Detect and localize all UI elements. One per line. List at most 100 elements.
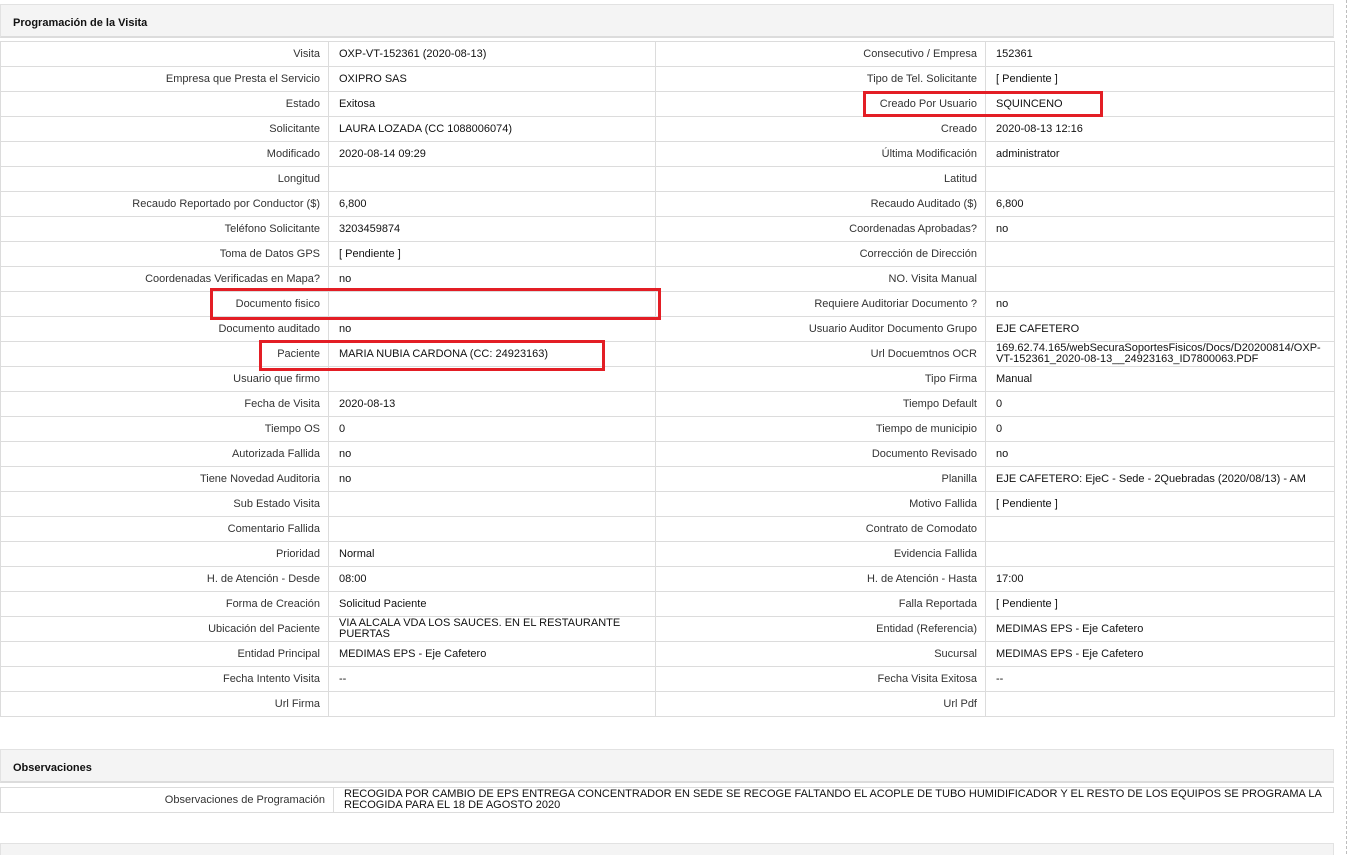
table-row: Modificado 2020-08-14 09:29 Última Modific… <box>0 141 1335 167</box>
field-label: Documento fisico <box>0 291 329 317</box>
field-label: Creado <box>655 116 986 142</box>
field-value: Manual <box>985 366 1335 392</box>
field-label: Fecha de Visita <box>0 391 329 417</box>
field-value: 6,800 <box>328 191 656 217</box>
field-label: Empresa que Presta el Servicio <box>0 66 329 92</box>
field-label: Url Pdf <box>655 691 986 717</box>
table-row: Ubicación del Paciente VIA ALCALA VDA LOS… <box>0 616 1335 642</box>
table-row: Prioridad Normal Evidencia Fallida <box>0 541 1335 567</box>
field-value: MEDIMAS EPS - Eje Cafetero <box>328 641 656 667</box>
field-value <box>985 166 1335 192</box>
field-value <box>985 266 1335 292</box>
field-value: -- <box>985 666 1335 692</box>
field-label: Estado <box>0 91 329 117</box>
vertical-scrollbar[interactable] <box>1346 0 1347 854</box>
observations-table: Observaciones de Programación RECOGIDA P… <box>0 787 1334 813</box>
field-label: Sucursal <box>655 641 986 667</box>
field-value: SQUINCENO <box>985 91 1335 117</box>
field-value: EJE CAFETERO <box>985 316 1335 342</box>
table-row: Empresa que Presta el Servicio OXIPRO SAS… <box>0 66 1335 92</box>
field-value: LAURA LOZADA (CC 1088006074) <box>328 116 656 142</box>
field-value: 0 <box>985 416 1335 442</box>
field-value: Normal <box>328 541 656 567</box>
field-label: Evidencia Fallida <box>655 541 986 567</box>
section-header-next <box>0 843 1334 855</box>
field-label: Entidad Principal <box>0 641 329 667</box>
field-label: H. de Atención - Desde <box>0 566 329 592</box>
field-value: no <box>985 216 1335 242</box>
field-label: Requiere Auditoriar Documento ? <box>655 291 986 317</box>
field-value <box>328 491 656 517</box>
field-label: Prioridad <box>0 541 329 567</box>
field-value: no <box>328 266 656 292</box>
field-value: Solicitud Paciente <box>328 591 656 617</box>
table-row: Entidad Principal MEDIMAS EPS - Eje Cafet… <box>0 641 1335 667</box>
field-label: Recaudo Reportado por Conductor ($) <box>0 191 329 217</box>
field-label: Usuario que firmo <box>0 366 329 392</box>
table-row: Comentario Fallida Contrato de Comodato <box>0 516 1335 542</box>
field-value: EJE CAFETERO: EjeC - Sede - 2Quebradas (… <box>985 466 1335 492</box>
field-label: Autorizada Fallida <box>0 441 329 467</box>
field-value: no <box>985 291 1335 317</box>
field-value: administrator <box>985 141 1335 167</box>
field-label: Consecutivo / Empresa <box>655 41 986 67</box>
field-label: Usuario Auditor Documento Grupo <box>655 316 986 342</box>
field-value: -- <box>328 666 656 692</box>
field-label: Creado Por Usuario <box>655 91 986 117</box>
field-label: Entidad (Referencia) <box>655 616 986 642</box>
field-value: VIA ALCALA VDA LOS SAUCES. EN EL RESTAUR… <box>328 616 656 642</box>
field-label: Latitud <box>655 166 986 192</box>
field-value: 17:00 <box>985 566 1335 592</box>
field-value: 0 <box>985 391 1335 417</box>
table-row: Autorizada Fallida no Documento Revisado no <box>0 441 1335 467</box>
field-label: Falla Reportada <box>655 591 986 617</box>
field-label: Tiempo de municipio <box>655 416 986 442</box>
field-label: Url Firma <box>0 691 329 717</box>
field-label: Longitud <box>0 166 329 192</box>
field-value <box>985 241 1335 267</box>
table-row: Fecha de Visita 2020-08-13 Tiempo Default 0 <box>0 391 1335 417</box>
field-value: [ Pendiente ] <box>985 66 1335 92</box>
table-row: Estado Exitosa Creado Por Usuario SQUINCENO <box>0 91 1335 117</box>
field-value <box>328 691 656 717</box>
field-value: OXP-VT-152361 (2020-08-13) <box>328 41 656 67</box>
field-label: Sub Estado Visita <box>0 491 329 517</box>
table-row: Tiene Novedad Auditoria no Planilla EJE CAF… <box>0 466 1335 492</box>
table-row: Usuario que firmo Tipo Firma Manual <box>0 366 1335 392</box>
field-value: 2020-08-13 12:16 <box>985 116 1335 142</box>
field-value: [ Pendiente ] <box>985 491 1335 517</box>
field-value <box>328 166 656 192</box>
table-row: Sub Estado Visita Motivo Fallida[ Pendien… <box>0 491 1335 517</box>
field-value <box>328 366 656 392</box>
field-value: 152361 <box>985 41 1335 67</box>
table-row: H. de Atención - Desde 08:00 H. de Atenció… <box>0 566 1335 592</box>
field-value: 0 <box>328 416 656 442</box>
table-row: Teléfono Solicitante 3203459874 Coordenada… <box>0 216 1335 242</box>
table-row: Documento auditado no Usuario Auditor Docu… <box>0 316 1335 342</box>
section-title-programacion: Programación de la Visita <box>13 17 148 29</box>
field-label: Corrección de Dirección <box>655 241 986 267</box>
field-label: Fecha Intento Visita <box>0 666 329 692</box>
field-label: Coordenadas Aprobadas? <box>655 216 986 242</box>
table-row: Longitud Latitud <box>0 166 1335 192</box>
field-value: MEDIMAS EPS - Eje Cafetero <box>985 616 1335 642</box>
field-label: Forma de Creación <box>0 591 329 617</box>
field-value: OXIPRO SAS <box>328 66 656 92</box>
field-value: [ Pendiente ] <box>328 241 656 267</box>
field-label: Documento auditado <box>0 316 329 342</box>
field-value <box>985 516 1335 542</box>
field-value: no <box>328 316 656 342</box>
field-value: 08:00 <box>328 566 656 592</box>
table-row: Solicitante LAURA LOZADA (CC 1088006074) C… <box>0 116 1335 142</box>
section-header-observaciones: Observaciones <box>0 749 1334 783</box>
table-row: Recaudo Reportado por Conductor ($) 6,800… <box>0 191 1335 217</box>
table-row: Documento fisico Requiere Auditoriar Docu… <box>0 291 1335 317</box>
observation-row: Observaciones de Programación RECOGIDA P… <box>0 787 1334 813</box>
field-label: Tipo de Tel. Solicitante <box>655 66 986 92</box>
field-label: Contrato de Comodato <box>655 516 986 542</box>
field-label: Última Modificación <box>655 141 986 167</box>
field-label: Toma de Datos GPS <box>0 241 329 267</box>
field-value <box>985 541 1335 567</box>
field-value: 2020-08-13 <box>328 391 656 417</box>
observation-label: Observaciones de Programación <box>0 787 334 813</box>
